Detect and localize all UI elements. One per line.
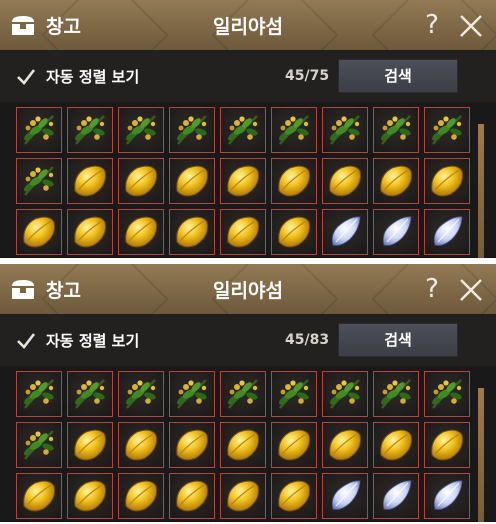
inventory-slot[interactable]: [373, 371, 419, 417]
inventory-slot[interactable]: [424, 473, 470, 519]
inventory-slot[interactable]: [220, 371, 266, 417]
chest-icon: [12, 16, 34, 35]
help-button[interactable]: ?: [418, 8, 446, 42]
inventory-slot[interactable]: [271, 371, 317, 417]
header-decoration: [211, 0, 339, 50]
scrollbar-thumb[interactable]: [478, 388, 484, 522]
inventory-slot[interactable]: [118, 473, 164, 519]
chest-icon: [12, 280, 34, 299]
inventory-slot[interactable]: [373, 209, 419, 255]
inventory-slot[interactable]: [16, 158, 62, 204]
inventory-slot[interactable]: [67, 107, 113, 153]
inventory-slot[interactable]: [169, 422, 215, 468]
scrollbar[interactable]: [478, 124, 484, 258]
inventory-slot[interactable]: [424, 107, 470, 153]
inventory-slot[interactable]: [169, 473, 215, 519]
inventory-slot[interactable]: [271, 209, 317, 255]
storage-count: 45/75: [285, 68, 330, 84]
auto-sort-label[interactable]: 자동 정렬 보기: [46, 66, 139, 87]
inventory-slot[interactable]: [169, 107, 215, 153]
inventory-slot[interactable]: [322, 473, 368, 519]
inventory-slot[interactable]: [424, 209, 470, 255]
help-button[interactable]: ?: [418, 272, 446, 306]
inventory-slot[interactable]: [118, 422, 164, 468]
storage-window: 창고 일리야섬 ? 자동 정렬 보기 45/83 검색: [0, 264, 496, 522]
inventory-slot[interactable]: [169, 209, 215, 255]
inventory-slot[interactable]: [322, 422, 368, 468]
inventory-slot[interactable]: [16, 473, 62, 519]
inventory-slot[interactable]: [118, 371, 164, 417]
inventory-slot[interactable]: [118, 209, 164, 255]
inventory-slot[interactable]: [424, 422, 470, 468]
toolbar: 자동 정렬 보기 45/83 검색: [0, 314, 496, 366]
inventory-slot[interactable]: [271, 107, 317, 153]
inventory-slot[interactable]: [424, 371, 470, 417]
item-grid-area: [0, 366, 496, 522]
inventory-slot[interactable]: [373, 422, 419, 468]
scrollbar-thumb[interactable]: [478, 124, 484, 258]
inventory-slot[interactable]: [67, 158, 113, 204]
inventory-slot[interactable]: [373, 158, 419, 204]
window-title: 창고: [46, 16, 81, 38]
inventory-slot[interactable]: [424, 158, 470, 204]
inventory-slot[interactable]: [271, 473, 317, 519]
window-title: 창고: [46, 280, 81, 302]
inventory-slot[interactable]: [271, 158, 317, 204]
inventory-slot[interactable]: [118, 158, 164, 204]
inventory-slot[interactable]: [322, 371, 368, 417]
inventory-slot[interactable]: [220, 209, 266, 255]
header-decoration: [211, 264, 339, 314]
close-icon[interactable]: [458, 277, 484, 303]
storage-window: 창고 일리야섬 ? 자동 정렬 보기 45/75 검색: [0, 0, 496, 258]
auto-sort-checkbox[interactable]: [16, 68, 36, 86]
inventory-slot[interactable]: [322, 209, 368, 255]
auto-sort-checkbox[interactable]: [16, 332, 36, 350]
inventory-slot[interactable]: [16, 422, 62, 468]
inventory-slot[interactable]: [220, 107, 266, 153]
inventory-slot[interactable]: [169, 371, 215, 417]
inventory-slot[interactable]: [322, 107, 368, 153]
inventory-slot[interactable]: [16, 107, 62, 153]
inventory-slot[interactable]: [67, 209, 113, 255]
inventory-slot[interactable]: [373, 473, 419, 519]
inventory-slot[interactable]: [271, 422, 317, 468]
search-button[interactable]: 검색: [338, 59, 458, 93]
inventory-slot[interactable]: [220, 473, 266, 519]
close-icon[interactable]: [458, 13, 484, 39]
window-header[interactable]: 창고 일리야섬 ?: [0, 0, 496, 50]
inventory-slot[interactable]: [67, 422, 113, 468]
inventory-slot[interactable]: [373, 107, 419, 153]
scrollbar[interactable]: [478, 388, 484, 522]
inventory-slot[interactable]: [118, 107, 164, 153]
auto-sort-label[interactable]: 자동 정렬 보기: [46, 330, 139, 351]
search-button[interactable]: 검색: [338, 323, 458, 357]
inventory-slot[interactable]: [169, 158, 215, 204]
item-grid-area: [0, 102, 496, 258]
inventory-slot[interactable]: [220, 422, 266, 468]
inventory-slot[interactable]: [322, 158, 368, 204]
inventory-slot[interactable]: [16, 371, 62, 417]
storage-count: 45/83: [285, 332, 330, 348]
inventory-slot[interactable]: [67, 473, 113, 519]
window-header[interactable]: 창고 일리야섬 ?: [0, 264, 496, 314]
inventory-slot[interactable]: [16, 209, 62, 255]
inventory-slot[interactable]: [220, 158, 266, 204]
toolbar: 자동 정렬 보기 45/75 검색: [0, 50, 496, 102]
inventory-slot[interactable]: [67, 371, 113, 417]
